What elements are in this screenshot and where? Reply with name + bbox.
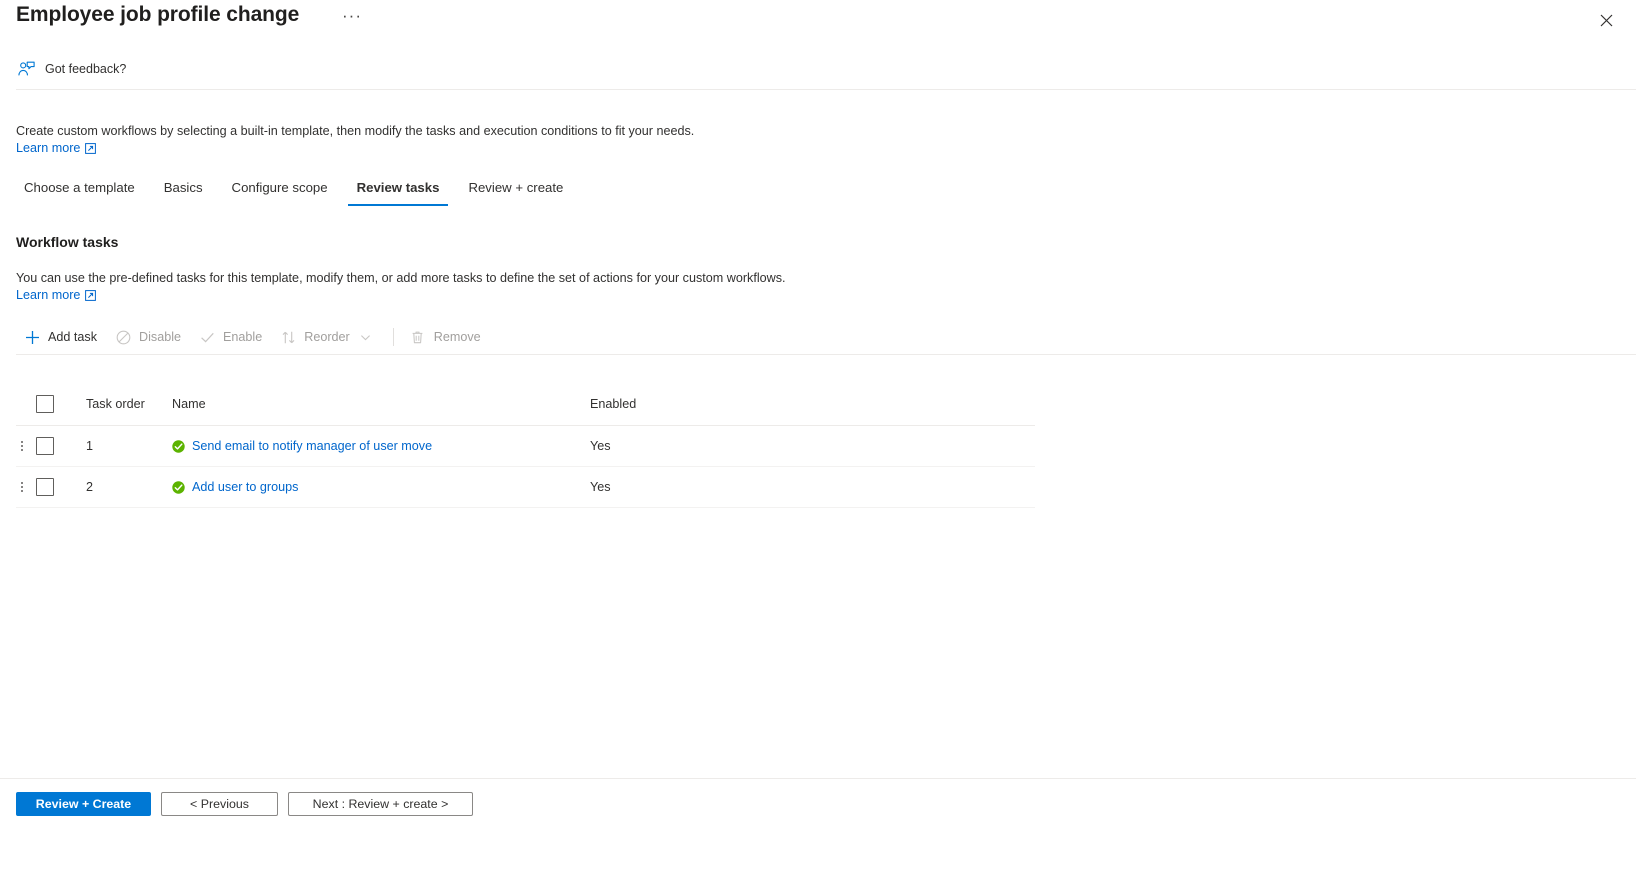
row-task-order: 2 (86, 480, 94, 494)
section-description: You can use the pre-defined tasks for th… (16, 271, 786, 285)
enable-label: Enable (223, 330, 263, 344)
section-title: Workflow tasks (16, 234, 119, 250)
drag-handle-icon[interactable] (21, 482, 23, 492)
drag-handle-icon[interactable] (21, 441, 23, 451)
reorder-label: Reorder (304, 330, 350, 344)
disable-label: Disable (139, 330, 182, 344)
select-all-cell (28, 394, 72, 413)
intro-learn-more-label: Learn more (16, 141, 81, 155)
tab-basics[interactable]: Basics (154, 179, 213, 206)
plus-icon (24, 329, 40, 345)
row-select-cell (28, 437, 72, 455)
row-checkbox[interactable] (36, 478, 54, 496)
enable-button: Enable (191, 322, 272, 352)
wizard-footer: Review + Create < Previous Next : Review… (16, 792, 473, 816)
review-create-button[interactable]: Review + Create (16, 792, 151, 816)
task-name-link[interactable]: Send email to notify manager of user mov… (192, 439, 432, 453)
add-task-label: Add task (48, 330, 98, 344)
external-link-icon (85, 289, 97, 301)
row-drag-handle-cell (16, 441, 28, 451)
workflow-creation-blade: Employee job profile change ··· Got feed… (0, 0, 1636, 870)
header-enabled: Enabled (590, 396, 637, 411)
command-bar-divider (16, 354, 1636, 355)
table-header-row: Task order Name Enabled (16, 382, 1035, 426)
external-link-icon (85, 142, 97, 154)
tab-choose-a-template[interactable]: Choose a template (14, 179, 145, 206)
reorder-button: Reorder (272, 322, 381, 352)
check-icon (199, 329, 215, 345)
header-task-order: Task order (86, 396, 145, 411)
tasks-command-bar: Add task Disable Enable Reorder Remove (16, 321, 1636, 353)
row-enabled-value: Yes (590, 439, 611, 453)
row-task-order: 1 (86, 439, 94, 453)
more-options-button[interactable]: ··· (337, 6, 367, 26)
row-drag-handle-cell (16, 482, 28, 492)
task-name-link[interactable]: Add user to groups (192, 480, 298, 494)
tasks-learn-more-link[interactable]: Learn more (16, 288, 97, 302)
feedback-divider (16, 89, 1636, 90)
chevron-down-icon (360, 332, 371, 343)
got-feedback-button[interactable]: Got feedback? (16, 58, 130, 80)
intro-learn-more-link[interactable]: Learn more (16, 141, 97, 155)
tab-review-create[interactable]: Review + create (458, 179, 573, 206)
block-circle-icon (115, 329, 131, 345)
tab-review-tasks[interactable]: Review tasks (347, 179, 450, 206)
table-row: 2 Add user to groups Yes (16, 467, 1035, 508)
row-name-cell: Send email to notify manager of user mov… (172, 439, 589, 453)
feedback-person-icon (18, 61, 35, 77)
close-icon (1600, 14, 1612, 26)
tasks-learn-more-label: Learn more (16, 288, 81, 302)
disable-button: Disable (107, 322, 191, 352)
got-feedback-label: Got feedback? (45, 62, 127, 76)
row-select-cell (28, 478, 72, 496)
task-enabled-check-icon (172, 480, 185, 494)
select-all-checkbox[interactable] (36, 394, 54, 413)
page-title: Employee job profile change (16, 3, 300, 26)
table-row: 1 Send email to notify manager of user m… (16, 426, 1035, 467)
sort-arrows-icon (280, 329, 296, 345)
remove-label: Remove (433, 330, 481, 344)
previous-button[interactable]: < Previous (161, 792, 278, 816)
wizard-tabs: Choose a template Basics Configure scope… (16, 176, 582, 206)
remove-button: Remove (402, 322, 491, 352)
trash-icon (410, 329, 426, 345)
tab-configure-scope[interactable]: Configure scope (222, 179, 338, 206)
close-button[interactable] (1592, 6, 1620, 34)
row-name-cell: Add user to groups (172, 480, 589, 494)
row-enabled-value: Yes (590, 480, 611, 494)
row-checkbox[interactable] (36, 437, 54, 455)
header-name: Name (172, 396, 206, 411)
add-task-button[interactable]: Add task (16, 322, 107, 352)
intro-text: Create custom workflows by selecting a b… (16, 124, 695, 138)
footer-divider (0, 778, 1636, 779)
next-review-create-button[interactable]: Next : Review + create > (288, 792, 473, 816)
blade-titlebar: Employee job profile change ··· (0, 0, 1636, 46)
task-enabled-check-icon (172, 439, 185, 453)
command-bar-separator (392, 328, 394, 346)
workflow-tasks-table: Task order Name Enabled 1 Send email to … (16, 382, 1035, 508)
